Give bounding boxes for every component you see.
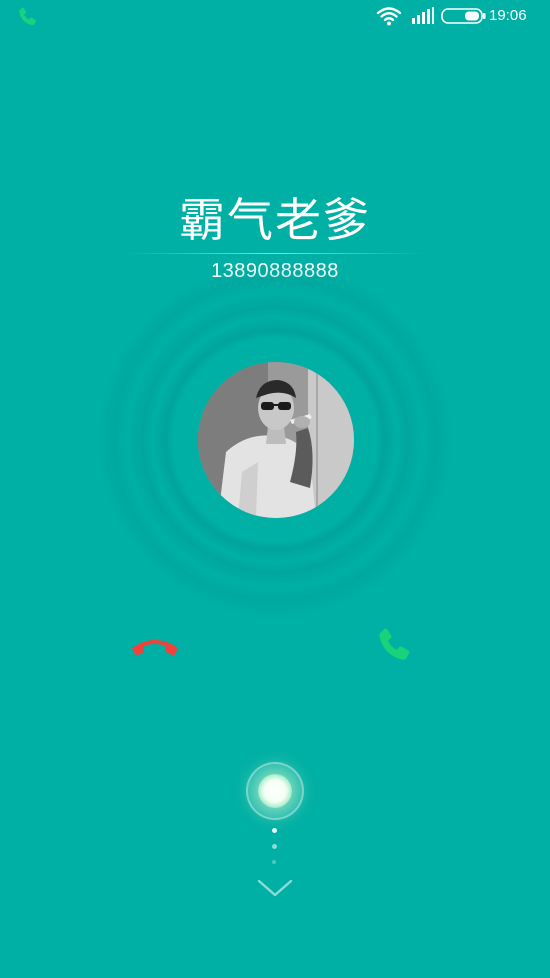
- signal-icon: [412, 7, 434, 24]
- status-time: 19:06: [489, 7, 527, 24]
- slide-hint-dot: [272, 844, 277, 849]
- chevron-down-icon: [257, 879, 293, 897]
- status-bar: 19:06: [0, 0, 550, 34]
- avatar-photo: [198, 362, 354, 518]
- slide-handle-glow: [258, 774, 292, 808]
- slide-hint-dot: [272, 828, 277, 833]
- phone-icon: [379, 628, 410, 660]
- slide-hint-dot: [272, 860, 276, 864]
- caller-name: 霸气老爹: [179, 193, 371, 247]
- hang-up-icon: [132, 640, 178, 656]
- answer-call-button[interactable]: [372, 624, 418, 670]
- name-divider: [125, 253, 425, 254]
- slide-handle[interactable]: [246, 762, 304, 820]
- wifi-icon: [376, 7, 402, 26]
- phone-call-icon: [19, 7, 37, 26]
- caller-avatar: [198, 362, 354, 518]
- battery-icon: [441, 8, 486, 24]
- decline-call-button[interactable]: [128, 628, 182, 664]
